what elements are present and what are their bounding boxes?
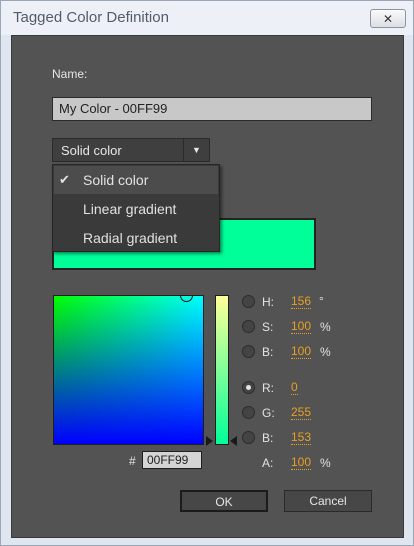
sv-shade-gradient <box>54 296 203 444</box>
radio-blue[interactable] <box>242 431 255 444</box>
hue-value[interactable]: 156 <box>291 295 312 309</box>
slider-left-handle-icon[interactable] <box>206 436 213 446</box>
menu-item-label: Radial gradient <box>83 230 178 246</box>
name-input[interactable]: My Color - 00FF99 <box>52 97 372 121</box>
hue-unit: ° <box>319 294 324 308</box>
alpha-value[interactable]: 100 <box>291 456 312 470</box>
name-label: Name: <box>52 67 88 81</box>
dialog-title: Tagged Color Definition <box>13 9 169 26</box>
checkmark-icon: ✔ <box>59 172 70 187</box>
blue-label: B: <box>262 431 274 445</box>
green-label: G: <box>262 406 275 420</box>
close-button[interactable]: ✕ <box>370 9 406 28</box>
hex-prefix: # <box>129 454 136 468</box>
color-type-dropdown[interactable]: Solid color ▼ <box>52 138 210 162</box>
radio-green[interactable] <box>242 406 255 419</box>
blue-value[interactable]: 153 <box>291 431 312 445</box>
menu-item-label: Solid color <box>83 172 149 188</box>
radio-hue[interactable] <box>242 295 255 308</box>
menu-item-label: Linear gradient <box>83 201 177 217</box>
ok-button[interactable]: OK <box>180 490 268 512</box>
saturation-brightness-picker[interactable] <box>53 295 204 445</box>
red-value[interactable]: 0 <box>291 381 298 395</box>
dialog-body: Name: My Color - 00FF99 Solid color ▼ ✔ … <box>11 35 404 538</box>
radio-brightness[interactable] <box>242 345 255 358</box>
close-icon: ✕ <box>382 11 394 26</box>
chevron-down-icon[interactable]: ▼ <box>183 139 209 161</box>
red-label: R: <box>262 381 274 395</box>
slider-right-handle-icon[interactable] <box>230 436 237 446</box>
tagged-color-dialog: Tagged Color Definition ✕ Name: My Color… <box>0 0 414 546</box>
hue-label: H: <box>262 295 274 309</box>
radio-red[interactable] <box>242 381 255 394</box>
brightness-value[interactable]: 100 <box>291 345 312 359</box>
cancel-button[interactable]: Cancel <box>284 490 372 512</box>
color-type-menu: ✔ Solid color Linear gradient Radial gra… <box>52 164 220 252</box>
saturation-unit: % <box>320 320 331 334</box>
color-type-selected: Solid color <box>61 143 122 158</box>
alpha-unit: % <box>320 456 331 470</box>
menu-item-linear-gradient[interactable]: Linear gradient <box>54 195 218 223</box>
radio-saturation[interactable] <box>242 320 255 333</box>
saturation-label: S: <box>262 320 274 334</box>
color-channel-slider[interactable] <box>215 295 229 445</box>
green-value[interactable]: 255 <box>291 406 312 420</box>
alpha-label: A: <box>262 456 274 470</box>
hex-input[interactable]: 00FF99 <box>142 451 202 469</box>
menu-item-radial-gradient[interactable]: Radial gradient <box>54 224 218 252</box>
saturation-value[interactable]: 100 <box>291 320 312 334</box>
brightness-unit: % <box>320 345 331 359</box>
brightness-label: B: <box>262 345 274 359</box>
menu-item-solid-color[interactable]: ✔ Solid color <box>54 166 218 194</box>
title-bar: Tagged Color Definition ✕ <box>1 1 413 35</box>
